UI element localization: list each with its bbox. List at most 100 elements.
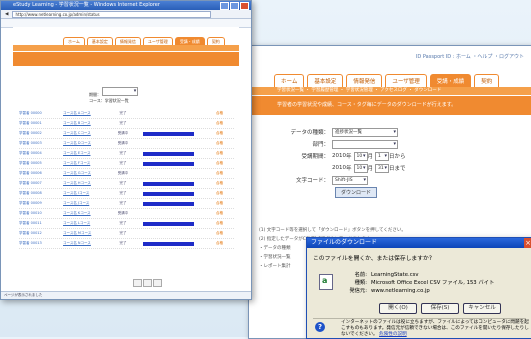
inner-banner — [13, 52, 239, 66]
cell-status: 完了 — [119, 151, 127, 155]
cell-status: 受講中 — [117, 141, 129, 145]
cell-course[interactable]: コース名 Aコース — [63, 111, 103, 116]
progress-cell — [143, 161, 203, 166]
period-from-year[interactable]: 2010 — [332, 153, 346, 159]
tab-2[interactable]: 情報発信 — [346, 74, 383, 87]
cell-course[interactable]: コース名 Hコース — [63, 181, 103, 186]
cell-course[interactable]: コース名 Fコース — [63, 161, 103, 166]
cell-flag: 合格 — [216, 211, 223, 215]
cell-name: 学習者 00013 — [19, 241, 42, 245]
cell-course[interactable]: コース名 Gコース — [63, 171, 103, 176]
cell-course[interactable]: コース名 Jコース — [63, 201, 103, 206]
cell-course[interactable]: コース名 Kコース — [63, 211, 103, 216]
tab-4[interactable]: 受講・成績 — [429, 74, 472, 87]
tab-5[interactable]: 契約 — [474, 74, 500, 87]
cell-name: 学習者 00006 — [19, 171, 42, 175]
sub-nav[interactable]: 学習状況一覧 ・ 学習履歴管理 ・ 学習状況管理 ・ アクセスログ ・ ダウンロ… — [249, 87, 531, 95]
file-name: LearningState.csv — [371, 272, 419, 278]
csv-file-icon — [319, 274, 333, 290]
table-row: 学習者 00001 コース名 Bコース 完了 合格 — [19, 119, 234, 129]
cell-course[interactable]: コース名 Eコース — [63, 151, 103, 156]
table-row: 学習者 00006 コース名 Gコース 受講中 合格 — [19, 169, 234, 179]
dialog-question: このファイルを開くか、または保存しますか? — [313, 256, 432, 262]
progress-bar — [143, 151, 194, 156]
period-label: 受講期間： — [301, 154, 329, 160]
close-icon[interactable]: × — [524, 238, 531, 248]
warning-message: インターネットのファイルは役に立ちますが、ファイルによってはコンピュータに問題を… — [341, 320, 529, 337]
period-to-year[interactable]: 2010 — [332, 165, 346, 171]
status-table: 学習者 00000 コース名 Aコース 完了 合格 学習者 00001 コース名 Bコース… — [19, 109, 234, 249]
tab-0[interactable]: ホーム — [274, 74, 305, 87]
dialog-buttons: 開く(O) 保存(S) キャンセル — [379, 303, 501, 314]
close-icon[interactable] — [240, 2, 249, 10]
cell-flag: 合格 — [216, 181, 223, 185]
url-input[interactable]: http://www.netlearning.co.jp/admin/statu… — [12, 10, 211, 18]
cell-status: 完了 — [119, 161, 127, 165]
status-bar: ページが表示されました — [1, 291, 251, 299]
save-button[interactable]: 保存(S) — [421, 303, 459, 314]
dialog-title-bar: ファイルのダウンロード × — [307, 238, 531, 248]
back-icon[interactable]: ◀ — [5, 12, 8, 17]
page-prev[interactable] — [133, 279, 142, 287]
cell-name: 学習者 00010 — [19, 211, 42, 215]
table-row: 学習者 00010 コース名 Kコース 受講中 合格 — [19, 209, 234, 219]
cell-name: 学習者 00009 — [19, 201, 42, 205]
progress-cell — [143, 181, 203, 186]
progress-cell — [143, 201, 203, 206]
divider — [313, 318, 526, 319]
month-unit: 月 — [367, 166, 374, 172]
maximize-icon[interactable] — [230, 2, 239, 10]
period-from-row: 受講期間： 2010 年 10 月 1 日から — [265, 150, 525, 162]
minimize-icon[interactable] — [220, 2, 229, 10]
cell-status: 受講中 — [117, 131, 129, 135]
desc-line: (1) 文字コード等を選択して「ダウンロード」ボタンを押してください。 — [259, 228, 406, 233]
table-row: 学習者 00005 コース名 Fコース 完了 合格 — [19, 159, 234, 169]
warning-text: インターネットのファイルは役に立ちますが、ファイルによってはコンピュータに問題を… — [341, 320, 529, 338]
risk-link[interactable]: 危険性の説明 — [379, 332, 407, 337]
dept-select[interactable] — [332, 139, 398, 149]
cell-flag: 合格 — [216, 191, 223, 195]
cell-course[interactable]: コース名 Mコース — [63, 231, 103, 236]
data-type-label: データの種類： — [290, 130, 329, 136]
tab-3[interactable]: ユーザ管理 — [385, 74, 427, 87]
page-1[interactable] — [143, 279, 152, 287]
period-from-day[interactable]: 1 — [375, 151, 390, 161]
progress-cell — [143, 221, 203, 226]
cell-course[interactable]: コース名 Nコース — [63, 241, 103, 246]
inner-subnav — [13, 45, 239, 51]
progress-bar — [143, 241, 194, 246]
period-to-month[interactable]: 10 — [353, 163, 368, 173]
year-unit: 年 — [346, 154, 352, 160]
data-type-select[interactable]: 進捗状況一覧 — [332, 127, 398, 137]
charset-select[interactable]: Shift-JIS — [332, 175, 368, 185]
download-button[interactable]: ダウンロード — [335, 186, 378, 198]
cancel-button[interactable]: キャンセル — [463, 303, 501, 314]
progress-bar — [143, 131, 194, 136]
cell-status: 受講中 — [117, 171, 129, 175]
cell-flag: 合格 — [216, 151, 223, 155]
open-button[interactable]: 開く(O) — [379, 303, 417, 314]
tab-1[interactable]: 基本設定 — [307, 74, 344, 87]
page-next[interactable] — [153, 279, 162, 287]
period-from-month[interactable]: 10 — [353, 151, 368, 161]
page-content: ホーム基本設定情報発信ユーザ管理受講・成績契約 期間： コース：学習状況一覧 学… — [13, 27, 239, 289]
file-source: www.netlearning.co.jp — [371, 288, 430, 294]
top-links[interactable]: ID Passport ID : ホーム ・ヘルプ ・ログアウト — [249, 46, 531, 60]
file-type: Microsoft Office Excel CSV ファイル, 153 バイト — [371, 280, 495, 286]
cell-course[interactable]: コース名 Cコース — [63, 131, 103, 136]
shield-icon: ? — [315, 322, 325, 332]
table-row: 学習者 00009 コース名 Jコース 完了 合格 — [19, 199, 234, 209]
filter-select[interactable] — [102, 87, 139, 96]
cell-flag: 合格 — [216, 241, 223, 245]
cell-course[interactable]: コース名 Lコース — [63, 221, 103, 226]
cell-course[interactable]: コース名 Dコース — [63, 141, 103, 146]
table-row: 学習者 00004 コース名 Eコース 完了 合格 — [19, 149, 234, 159]
cell-name: 学習者 00012 — [19, 231, 42, 235]
cell-course[interactable]: コース名 Iコース — [63, 191, 103, 196]
cell-flag: 合格 — [216, 161, 223, 165]
from-label: 発信元: — [349, 288, 367, 294]
cell-flag: 合格 — [216, 171, 223, 175]
period-to-day[interactable]: 31 — [375, 163, 390, 173]
file-download-dialog: ファイルのダウンロード × このファイルを開くか、または保存しますか? 名前: L… — [306, 237, 531, 339]
cell-course[interactable]: コース名 Bコース — [63, 121, 103, 126]
